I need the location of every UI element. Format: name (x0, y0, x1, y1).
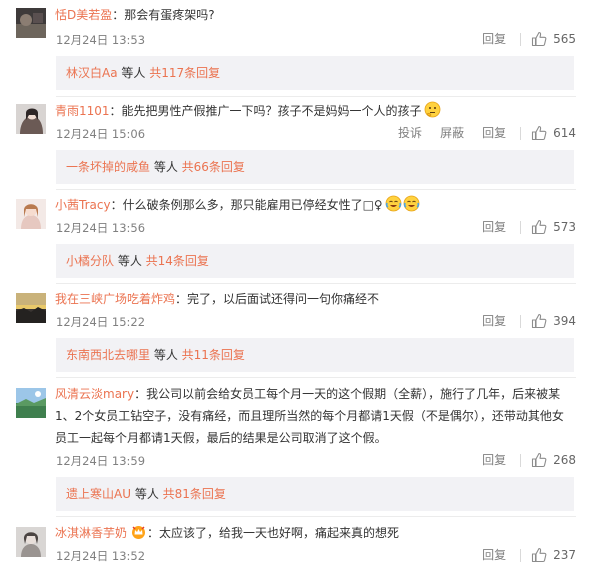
like-count: 614 (553, 126, 576, 140)
like-button[interactable]: 268 (531, 452, 576, 468)
comment-body: ：完了，以后面试还得问一句你痛经不 (175, 292, 380, 306)
timestamp: 12月24日 13:52 (56, 549, 146, 563)
comment-divider (56, 189, 576, 190)
timestamp: 12月24日 15:22 (56, 315, 146, 329)
comment-body: ：那会有蛋疼架吗? (112, 8, 215, 22)
comment-text: 小茜Tracy：什么破条例那么多，那只能雇用已停经女性了□♀ (55, 194, 578, 216)
timestamp: 12月24日 13:53 (56, 33, 146, 47)
reply-mid-text: 等人 (150, 160, 182, 174)
divider (520, 453, 522, 467)
reply-count-link[interactable]: 共11条回复 (182, 348, 245, 362)
timestamp: 12月24日 13:56 (56, 221, 146, 235)
avatar[interactable] (16, 199, 46, 229)
reply-username[interactable]: 东南西北去哪里 (66, 348, 150, 362)
thumbs-up-icon (532, 219, 547, 235)
reply-summary[interactable]: 小橘分队 等人 共14条回复 (56, 244, 574, 278)
comment-text: 青雨1101：能先把男性产假推广一下吗？孩子不是妈妈一个人的孩子 (55, 100, 578, 122)
reply-username[interactable]: 小橘分队 (66, 254, 114, 268)
divider (520, 32, 522, 46)
laugh-cry-emoji-icon (403, 195, 420, 212)
block-button[interactable]: 屏蔽 (440, 124, 464, 142)
report-button[interactable]: 投诉 (398, 124, 422, 142)
comment-actions: 投诉 屏蔽 回复 614 (380, 124, 576, 142)
comment-actions: 回复 268 (464, 451, 576, 469)
divider (520, 548, 522, 562)
comment-divider (56, 96, 576, 97)
reply-summary[interactable]: 一条坏掉的咸鱼 等人 共66条回复 (56, 150, 574, 184)
thumbs-up-icon (532, 31, 547, 47)
like-button[interactable]: 237 (531, 547, 576, 563)
username[interactable]: 恬D美若盈 (55, 8, 112, 22)
like-button[interactable]: 573 (531, 219, 576, 235)
comment-divider (56, 516, 576, 517)
comment-text: 我在三峡广场吃着炸鸡：完了，以后面试还得问一句你痛经不 (55, 288, 578, 310)
thumbs-up-icon (532, 452, 547, 468)
username[interactable]: 青雨1101 (55, 104, 110, 118)
reply-button[interactable]: 回复 (482, 124, 506, 142)
reply-mid-text: 等人 (114, 254, 146, 268)
avatar[interactable] (16, 293, 46, 323)
avatar[interactable] (16, 8, 46, 38)
reply-button[interactable]: 回复 (482, 30, 506, 48)
reply-button[interactable]: 回复 (482, 546, 506, 564)
avatar[interactable] (16, 104, 46, 134)
divider (520, 314, 522, 328)
thumbs-up-icon (532, 547, 547, 563)
reply-username[interactable]: 遗上寒山AU (66, 487, 131, 501)
comment-body-line: 员工一起每个月都请1天假，最后的结果是公司取消了这个假。 (55, 431, 387, 445)
comment-body: ：能先把男性产假推广一下吗？孩子不是妈妈一个人的孩子 (109, 104, 422, 118)
timestamp: 12月24日 13:59 (56, 454, 146, 468)
reply-mid-text: 等人 (131, 487, 163, 501)
reply-username[interactable]: 一条坏掉的咸鱼 (66, 160, 150, 174)
divider (520, 220, 522, 234)
timestamp: 12月24日 15:06 (56, 127, 146, 141)
reply-button[interactable]: 回复 (482, 451, 506, 469)
reply-mid-text: 等人 (150, 348, 182, 362)
comment-text: 冰淇淋香芋奶 ：太应该了，给我一天也好啊，痛起来真的想死 (55, 522, 578, 544)
vip-crown-icon (132, 526, 146, 539)
thumbs-up-icon (532, 313, 547, 329)
divider (520, 126, 522, 140)
like-button[interactable]: 394 (531, 313, 576, 329)
thumbs-up-icon (532, 125, 547, 141)
like-button[interactable]: 565 (531, 31, 576, 47)
reply-summary[interactable]: 遗上寒山AU 等人 共81条回复 (56, 477, 574, 511)
username[interactable]: 冰淇淋香芋奶 (55, 526, 127, 540)
comment-body: ：太应该了，给我一天也好啊，痛起来真的想死 (147, 526, 400, 540)
reply-summary[interactable]: 林汉白Aa 等人 共117条回复 (56, 56, 574, 90)
like-count: 268 (553, 453, 576, 467)
reply-username[interactable]: 林汉白Aa (66, 66, 118, 80)
avatar[interactable] (16, 388, 46, 418)
thinking-emoji-icon (424, 101, 440, 118)
reply-summary[interactable]: 东南西北去哪里 等人 共11条回复 (56, 338, 574, 372)
like-button[interactable]: 614 (531, 125, 576, 141)
comment-divider (56, 377, 576, 378)
like-count: 394 (553, 314, 576, 328)
avatar[interactable] (16, 527, 46, 557)
laugh-cry-emoji-icon (385, 195, 402, 212)
comment-actions: 回复 237 (464, 546, 576, 564)
comment-text: 风清云淡mary：我公司以前会给女员工每个月一天的这个假期（全薪），施行了几年，… (55, 383, 578, 449)
username[interactable]: 小茜Tracy (55, 198, 111, 212)
comment-actions: 回复 565 (464, 30, 576, 48)
like-count: 237 (553, 548, 576, 562)
reply-count-link[interactable]: 共66条回复 (182, 160, 245, 174)
comment-body-line: ：我公司以前会给女员工每个月一天的这个假期（全薪），施行了几年，后来被某 (134, 387, 561, 401)
like-count: 573 (553, 220, 576, 234)
username[interactable]: 我在三峡广场吃着炸鸡 (55, 292, 175, 306)
reply-count-link[interactable]: 共117条回复 (149, 66, 220, 80)
comment-body-line: 1、2个女员工钻空子，没有痛经，而且理所当然的每个月都请1天假（不是偶尔），还带… (55, 409, 564, 423)
comment-actions: 回复 394 (464, 312, 576, 330)
comment-actions: 回复 573 (464, 218, 576, 236)
reply-mid-text: 等人 (117, 66, 150, 80)
comment-divider (56, 283, 576, 284)
like-count: 565 (553, 32, 576, 46)
reply-button[interactable]: 回复 (482, 218, 506, 236)
username[interactable]: 风清云淡mary (55, 387, 134, 401)
reply-count-link[interactable]: 共81条回复 (163, 487, 226, 501)
comment-body: ：什么破条例那么多，那只能雇用已停经女性了□♀ (110, 198, 383, 212)
reply-button[interactable]: 回复 (482, 312, 506, 330)
comment-text: 恬D美若盈：那会有蛋疼架吗? (55, 4, 578, 26)
reply-count-link[interactable]: 共14条回复 (146, 254, 209, 268)
